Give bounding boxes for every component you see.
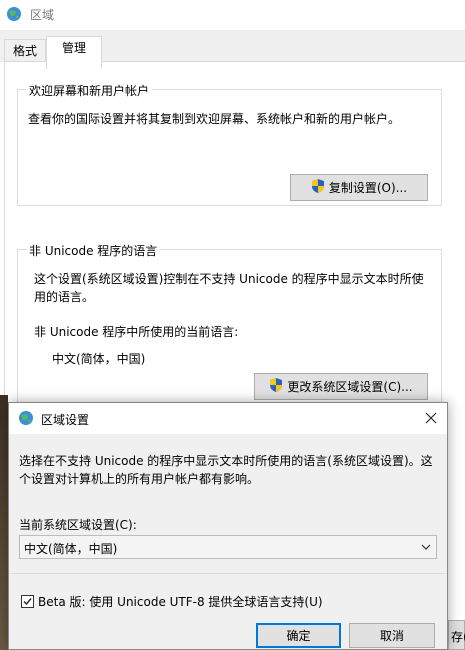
current-language-value: 中文(简体，中国) xyxy=(52,352,146,366)
chevron-down-icon xyxy=(420,541,432,556)
window-title: 区域 xyxy=(30,8,55,22)
dialog-title: 区域设置 xyxy=(41,413,90,427)
copy-settings-label: 复制设置(O)... xyxy=(328,181,408,195)
cancel-button[interactable]: 取消 xyxy=(349,623,435,648)
ok-button[interactable]: 确定 xyxy=(256,623,341,648)
shield-icon xyxy=(311,178,325,197)
system-locale-select[interactable]: 中文(简体，中国) xyxy=(19,535,437,559)
region-settings-dialog: 区域设置 选择在不支持 Unicode 的程序中显示文本时所使用的语言(系统区域… xyxy=(8,402,448,650)
system-locale-value: 中文(简体，中国) xyxy=(24,542,118,556)
welcome-group: 欢迎屏幕和新用户帐户 查看你的国际设置并将其复制到欢迎屏幕、系统帐户和新的用户帐… xyxy=(17,82,442,206)
welcome-group-title: 欢迎屏幕和新用户帐户 xyxy=(26,82,153,99)
welcome-description: 查看你的国际设置并将其复制到欢迎屏幕、系统帐户和新的用户帐户。 xyxy=(28,112,401,126)
apply-button-partial[interactable]: 存( xyxy=(448,620,465,650)
tab-format[interactable]: 格式 xyxy=(4,39,46,63)
close-icon[interactable] xyxy=(421,408,441,428)
beta-utf8-label[interactable]: Beta 版: 使用 Unicode UTF-8 提供全球语言支持(U) xyxy=(38,593,323,610)
tab-strip: 格式 管理 xyxy=(0,30,465,69)
tab-administrative[interactable]: 管理 xyxy=(46,36,102,69)
globe-icon xyxy=(18,410,34,429)
background-strip xyxy=(0,395,8,650)
beta-utf8-checkbox[interactable] xyxy=(21,595,34,608)
change-system-locale-button[interactable]: 更改系统区域设置(C)... xyxy=(254,373,428,400)
copy-settings-button[interactable]: 复制设置(O)... xyxy=(290,174,428,201)
window-title-bar: 区域 xyxy=(0,0,465,30)
unicode-description-line1: 这个设置(系统区域设置)控制在不支持 Unicode 的程序中显示文本时所使 xyxy=(34,272,424,286)
dialog-title-bar: 区域设置 xyxy=(9,403,447,434)
unicode-group: 非 Unicode 程序的语言 这个设置(系统区域设置)控制在不支持 Unico… xyxy=(17,242,442,419)
unicode-description-line2: 用的语言。 xyxy=(34,290,95,304)
divider xyxy=(9,573,447,574)
unicode-group-title: 非 Unicode 程序的语言 xyxy=(26,242,161,259)
shield-icon xyxy=(269,377,283,396)
checkmark-icon xyxy=(23,598,32,606)
current-language-label: 非 Unicode 程序中所使用的当前语言: xyxy=(34,325,239,339)
dialog-description-line2: 个设置对计算机上的所有用户帐户都有影响。 xyxy=(19,472,260,486)
apply-button-partial-label: 存( xyxy=(451,630,465,644)
change-system-locale-label: 更改系统区域设置(C)... xyxy=(287,380,413,394)
system-locale-label: 当前系统区域设置(C): xyxy=(19,518,137,532)
dialog-body: 选择在不支持 Unicode 的程序中显示文本时所使用的语言(系统区域设置)。这… xyxy=(9,434,447,649)
dialog-description-line1: 选择在不支持 Unicode 的程序中显示文本时所使用的语言(系统区域设置)。这 xyxy=(19,454,433,468)
globe-icon xyxy=(6,6,22,22)
